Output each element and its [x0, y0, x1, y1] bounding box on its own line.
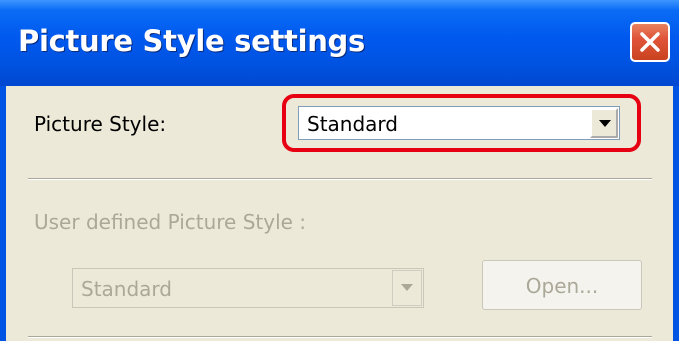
picture-style-dialog: Picture Style settings Picture Style: St… [0, 0, 679, 341]
dialog-body: Picture Style: Standard User defined Pic… [6, 86, 673, 341]
open-button[interactable]: Open... [482, 260, 642, 310]
picture-style-label: Picture Style: [34, 112, 167, 136]
dropdown-button[interactable] [590, 108, 618, 138]
user-defined-style-label: User defined Picture Style : [34, 210, 307, 234]
chevron-down-icon [599, 120, 611, 127]
chevron-down-icon [401, 284, 413, 291]
user-defined-selected-value: Standard [81, 277, 172, 301]
picture-style-selected-value: Standard [307, 112, 398, 136]
dropdown-button-disabled[interactable] [392, 270, 422, 306]
user-defined-style-select[interactable]: Standard [72, 268, 424, 308]
title-bar[interactable]: Picture Style settings [0, 0, 679, 86]
window-title: Picture Style settings [18, 24, 365, 58]
separator [28, 336, 652, 338]
close-button[interactable] [630, 22, 670, 62]
separator [28, 178, 652, 180]
window-frame-right [673, 86, 679, 341]
open-button-label: Open... [525, 274, 599, 298]
picture-style-select[interactable]: Standard [298, 106, 620, 140]
close-icon [640, 32, 660, 52]
